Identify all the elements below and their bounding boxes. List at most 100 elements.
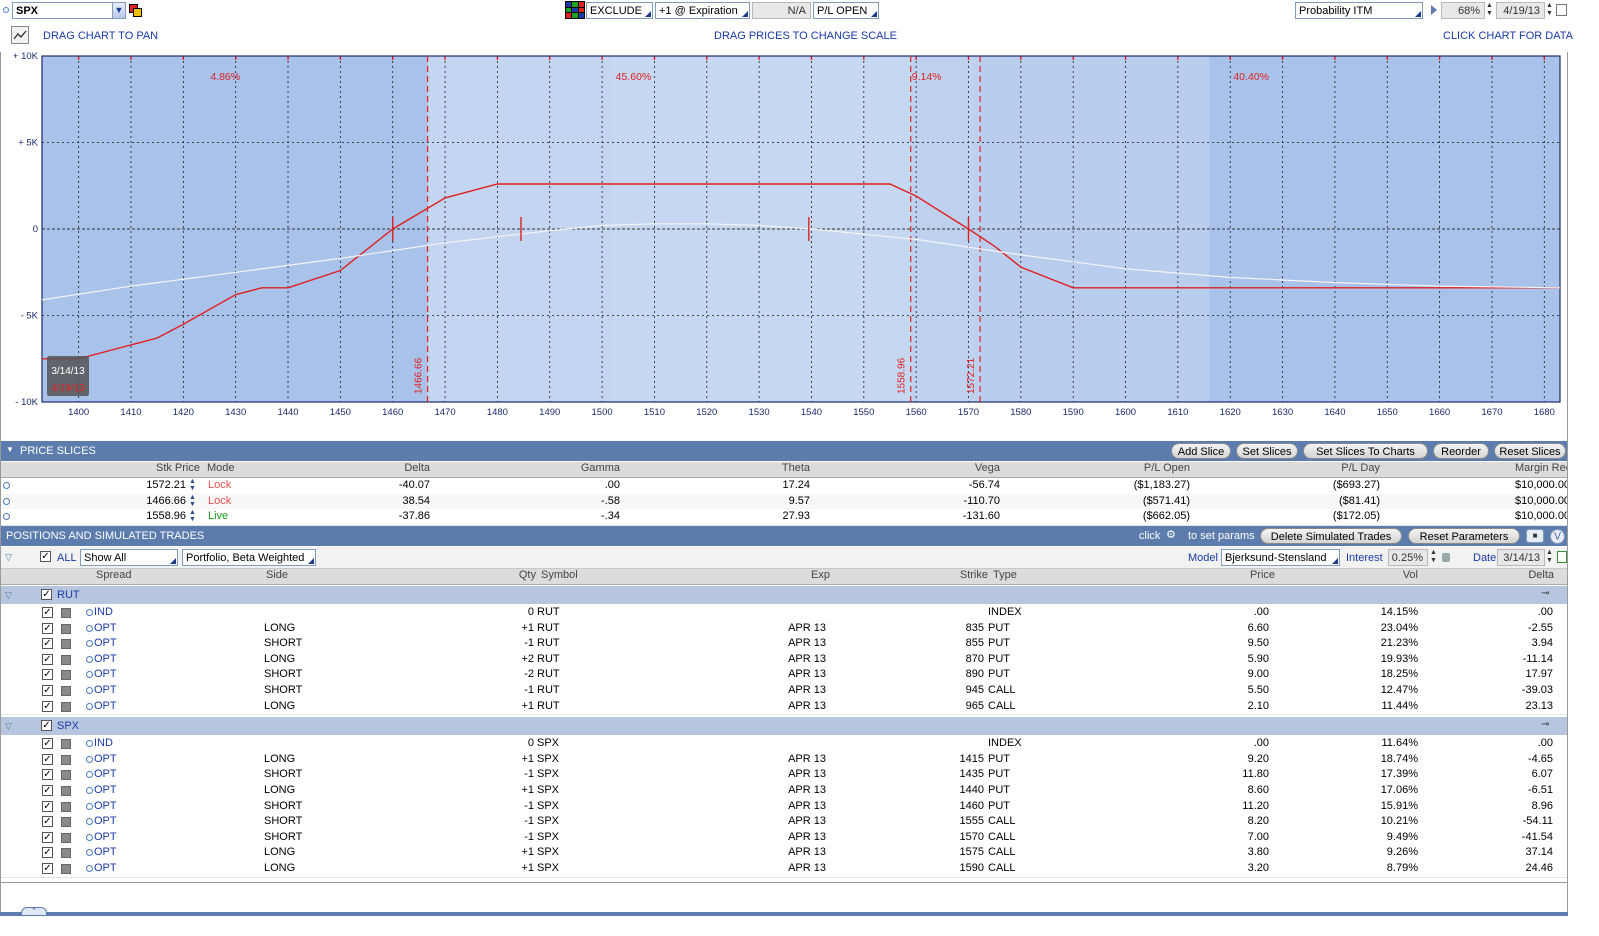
col-theta[interactable]: Theta xyxy=(620,462,810,474)
row-dot-icon[interactable] xyxy=(86,771,93,779)
row-spread[interactable]: OPT xyxy=(94,653,254,665)
row-square-icon[interactable] xyxy=(61,686,71,696)
slice-price[interactable]: 1558.96 xyxy=(12,510,186,522)
row-dot-icon[interactable] xyxy=(86,640,93,648)
slice-price[interactable]: 1466.66 xyxy=(12,495,186,507)
probability-select[interactable]: Probability ITM xyxy=(1295,2,1423,19)
position-row[interactable]: ✓ OPT SHORT -1 SPX APR 13 1435 PUT 11.80 17.39% 6.… xyxy=(0,767,1568,784)
row-qty[interactable]: -1 xyxy=(398,800,534,812)
row-square-icon[interactable] xyxy=(61,864,71,874)
col-symbol[interactable]: Symbol xyxy=(541,569,661,581)
lock-icon[interactable] xyxy=(1442,553,1450,562)
row-dot-icon[interactable] xyxy=(86,818,93,826)
row-checkbox[interactable]: ✓ xyxy=(42,685,53,696)
expiration-select[interactable]: +1 @ Expiration xyxy=(655,2,750,19)
position-row[interactable]: ✓ OPT LONG +2 RUT APR 13 870 PUT 5.90 19.93% -11.1… xyxy=(0,651,1568,669)
col-spread[interactable]: Spread xyxy=(96,569,256,581)
row-spread[interactable]: OPT xyxy=(94,768,254,780)
row-spread[interactable]: OPT xyxy=(94,800,254,812)
pl-select[interactable]: P/L OPEN xyxy=(813,2,879,19)
row-square-icon[interactable] xyxy=(61,754,71,765)
position-row[interactable]: ✓ OPT LONG +1 SPX APR 13 1575 CALL 3.80 9.26% 37.1… xyxy=(0,845,1568,862)
collapse-all-icon[interactable]: ▽ xyxy=(5,552,12,563)
row-spread[interactable]: OPT xyxy=(94,637,254,649)
row-checkbox[interactable]: ✓ xyxy=(42,622,53,634)
row-checkbox[interactable]: ✓ xyxy=(42,831,53,843)
positions-date-stepper[interactable]: ▲ ▼ xyxy=(1545,549,1554,566)
row-spread[interactable]: OPT xyxy=(94,815,254,827)
col-vol[interactable]: Vol xyxy=(1285,569,1418,581)
row-dot-icon[interactable] xyxy=(86,787,93,794)
row-square-icon[interactable] xyxy=(61,608,71,618)
slice-dot-icon[interactable] xyxy=(3,497,10,505)
calendar-icon[interactable] xyxy=(1556,4,1567,16)
col-gamma[interactable]: Gamma xyxy=(430,462,620,474)
row-checkbox[interactable]: ✓ xyxy=(42,816,53,828)
row-spread[interactable]: OPT xyxy=(94,700,254,712)
exclude-select[interactable]: EXCLUDE xyxy=(586,2,653,19)
row-dot-icon[interactable] xyxy=(86,655,93,663)
row-qty[interactable]: -1 xyxy=(398,768,534,780)
row-checkbox[interactable]: ✓ xyxy=(42,800,53,812)
show-select[interactable]: Show All xyxy=(80,549,178,566)
position-row[interactable]: ✓ OPT SHORT -1 SPX APR 13 1460 PUT 11.20 15.91% 8.… xyxy=(0,798,1568,816)
portfolio-select[interactable]: Portfolio, Beta Weighted xyxy=(182,549,316,566)
add-slice-button[interactable]: Add Slice xyxy=(1171,443,1231,459)
row-spread[interactable]: OPT xyxy=(94,753,254,765)
symbol-dropdown-icon[interactable]: ▼ xyxy=(112,2,126,19)
all-checkbox[interactable]: ✓ xyxy=(40,551,51,562)
slice-mode[interactable]: Lock xyxy=(208,495,242,507)
grid-color-icon[interactable] xyxy=(565,1,585,19)
position-row[interactable]: ✓ OPT LONG +1 SPX APR 13 1415 PUT 9.20 18.74% -4.6… xyxy=(0,751,1568,769)
price-slice-row[interactable]: 1466.66 ▲ ▼ Lock 38.54 -.58 9.57 -110.70 ($571.4… xyxy=(0,493,1568,511)
row-square-icon[interactable] xyxy=(61,654,71,665)
col-price[interactable]: Price xyxy=(1125,569,1275,581)
row-square-icon[interactable] xyxy=(61,832,71,843)
slice-dot-icon[interactable] xyxy=(3,513,10,521)
group-collapse-icon[interactable]: ▽ xyxy=(5,590,12,601)
row-checkbox[interactable]: ✓ xyxy=(42,753,53,765)
row-checkbox[interactable]: ✓ xyxy=(42,847,53,859)
row-spread[interactable]: OPT xyxy=(94,668,254,680)
row-square-icon[interactable] xyxy=(61,801,71,812)
risk-profile-chart[interactable]: 1400 1410 1420 1430 1440 1450 1460 1470 1480 1490… xyxy=(0,52,1568,424)
link-color-icon[interactable] xyxy=(129,4,142,17)
row-checkbox[interactable]: ✓ xyxy=(42,607,53,618)
position-row[interactable]: ✓ OPT LONG +1 SPX APR 13 1440 PUT 8.60 17.06% -6.5… xyxy=(0,783,1568,800)
row-checkbox[interactable]: ✓ xyxy=(42,700,53,712)
position-row[interactable]: ✓ OPT LONG +1 SPX APR 13 1590 CALL 3.20 8.79% 24.4… xyxy=(0,861,1568,878)
col-pos-delta[interactable]: Delta xyxy=(1420,569,1554,581)
row-dot-icon[interactable] xyxy=(86,609,93,616)
row-qty[interactable]: +1 xyxy=(398,862,534,874)
col-pl-open[interactable]: P/L Open xyxy=(1000,462,1190,474)
percent-stepper[interactable]: ▲ ▼ xyxy=(1485,2,1494,19)
row-checkbox[interactable]: ✓ xyxy=(42,653,53,665)
row-dot-icon[interactable] xyxy=(86,671,93,679)
date-field[interactable]: 4/19/13 xyxy=(1496,2,1545,19)
group-header[interactable]: ▽ ✓ SPX ⊸ xyxy=(0,717,1568,736)
col-stk-price[interactable]: Stk Price xyxy=(12,462,200,474)
camera-icon[interactable]: ■ xyxy=(1526,529,1544,543)
col-side[interactable]: Side xyxy=(266,569,396,581)
col-pl-day[interactable]: P/L Day xyxy=(1190,462,1380,474)
bottom-expand-tab[interactable]: ⌃ xyxy=(21,907,47,916)
col-strike[interactable]: Strike xyxy=(830,569,988,581)
group-checkbox[interactable]: ✓ xyxy=(41,589,52,600)
position-row[interactable]: ✓ OPT SHORT -2 RUT APR 13 890 PUT 9.00 18.25% 17.9… xyxy=(0,667,1568,684)
position-row[interactable]: ✓ OPT LONG +1 RUT APR 13 835 PUT 6.60 23.04% -2.55 xyxy=(0,620,1568,638)
slice-mode[interactable]: Live xyxy=(208,510,242,522)
col-qty[interactable]: Qty xyxy=(398,569,536,581)
group-menu-icon[interactable]: ⊸ xyxy=(1541,719,1549,730)
row-qty[interactable]: +1 xyxy=(398,846,534,858)
row-square-icon[interactable] xyxy=(61,639,71,650)
symbol-input[interactable]: SPX xyxy=(12,2,126,19)
row-dot-icon[interactable] xyxy=(86,624,93,632)
row-dot-icon[interactable] xyxy=(86,687,93,694)
row-square-icon[interactable] xyxy=(61,817,71,828)
row-square-icon[interactable] xyxy=(61,623,71,634)
position-row[interactable]: ✓ OPT SHORT -1 SPX APR 13 1555 CALL 8.20 10.21% -5… xyxy=(0,814,1568,831)
row-spread[interactable]: OPT xyxy=(94,684,254,696)
row-qty[interactable]: 0 xyxy=(398,606,534,618)
row-square-icon[interactable] xyxy=(61,701,71,712)
collapse-icon[interactable]: ▼ xyxy=(6,445,14,454)
